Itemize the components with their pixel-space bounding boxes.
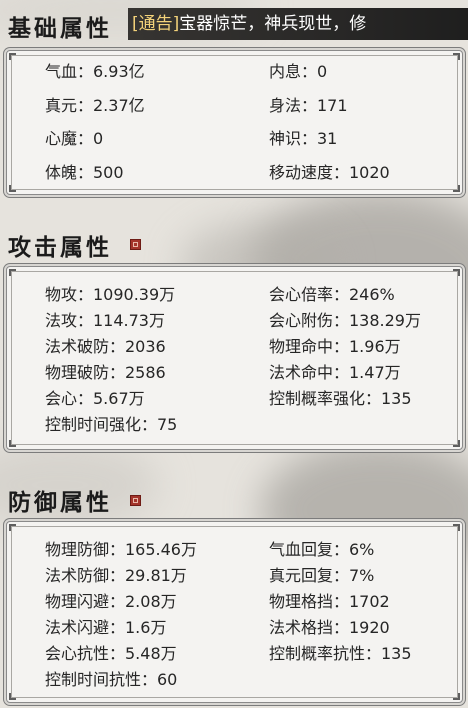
basic-stat: 内息：0 [269, 62, 328, 81]
basic-stat: 心魔：0 [45, 129, 104, 148]
defense-stat: 真元回复：7% [269, 566, 375, 585]
attack-section-title: 攻击属性 [8, 234, 112, 261]
defense-stat: 控制时间抗性：60 [45, 670, 178, 689]
basic-stat: 气血：6.93亿 [45, 62, 145, 81]
defense-stat: 气血回复：6% [269, 540, 375, 559]
attack-stat: 物理破防：2586 [45, 363, 166, 382]
announcement-text: 宝器惊芒，神兵现世，修 [179, 14, 367, 34]
attack-stat: 会心：5.67万 [45, 389, 145, 408]
attack-stat: 会心附伤：138.29万 [269, 311, 421, 330]
defense-stat: 控制概率抗性：135 [269, 644, 412, 663]
basic-section-title: 基础属性 [8, 15, 112, 42]
defense-stat: 物理防御：165.46万 [45, 540, 197, 559]
basic-section-header: 基础属性 [通告]宝器惊芒，神兵现世，修 [0, 0, 468, 52]
attack-stats-panel: 物攻：1090.39万 会心倍率：246% 法攻：114.73万 会心附伤：138.2… [6, 266, 463, 450]
defense-stats-panel: 物理防御：165.46万 气血回复：6% 法术防御：29.81万 真元回复：7% 物理闪… [6, 521, 463, 703]
basic-stats-panel: 气血：6.93亿 内息：0 真元：2.37亿 身法：171 心魔：0 神识：31 体魄：50… [6, 50, 463, 195]
defense-stat: 法术格挡：1920 [269, 618, 390, 637]
defense-stat: 法术闪避：1.6万 [45, 618, 167, 637]
defense-stat: 物理格挡：1702 [269, 592, 390, 611]
defense-stat: 会心抗性：5.48万 [45, 644, 177, 663]
attack-section-header: 攻击属性 [0, 228, 468, 261]
attack-stat: 法攻：114.73万 [45, 311, 165, 330]
attack-stat: 法术命中：1.47万 [269, 363, 401, 382]
attack-stat: 控制概率强化：135 [269, 389, 412, 408]
defense-section-title: 防御属性 [8, 489, 112, 516]
attack-stat: 会心倍率：246% [269, 285, 395, 304]
seal-icon [130, 495, 141, 506]
announcement-ticker[interactable]: [通告]宝器惊芒，神兵现世，修 [132, 12, 468, 36]
basic-stat: 身法：171 [269, 95, 348, 115]
defense-stat: 法术防御：29.81万 [45, 566, 187, 585]
attack-stat: 法术破防：2036 [45, 337, 166, 356]
basic-stat: 神识：31 [269, 129, 338, 148]
seal-icon [130, 239, 141, 250]
attack-stat: 物攻：1090.39万 [45, 285, 176, 304]
attack-stat: 物理命中：1.96万 [269, 337, 401, 356]
basic-stat: 真元：2.37亿 [45, 95, 145, 115]
attack-stat: 控制时间强化：75 [45, 415, 178, 434]
basic-stat: 移动速度：1020 [269, 162, 390, 182]
defense-section-header: 防御属性 [0, 483, 468, 516]
defense-stat: 物理闪避：2.08万 [45, 592, 177, 611]
basic-stat: 体魄：500 [45, 162, 124, 182]
announcement-tag: [通告] [132, 14, 180, 34]
